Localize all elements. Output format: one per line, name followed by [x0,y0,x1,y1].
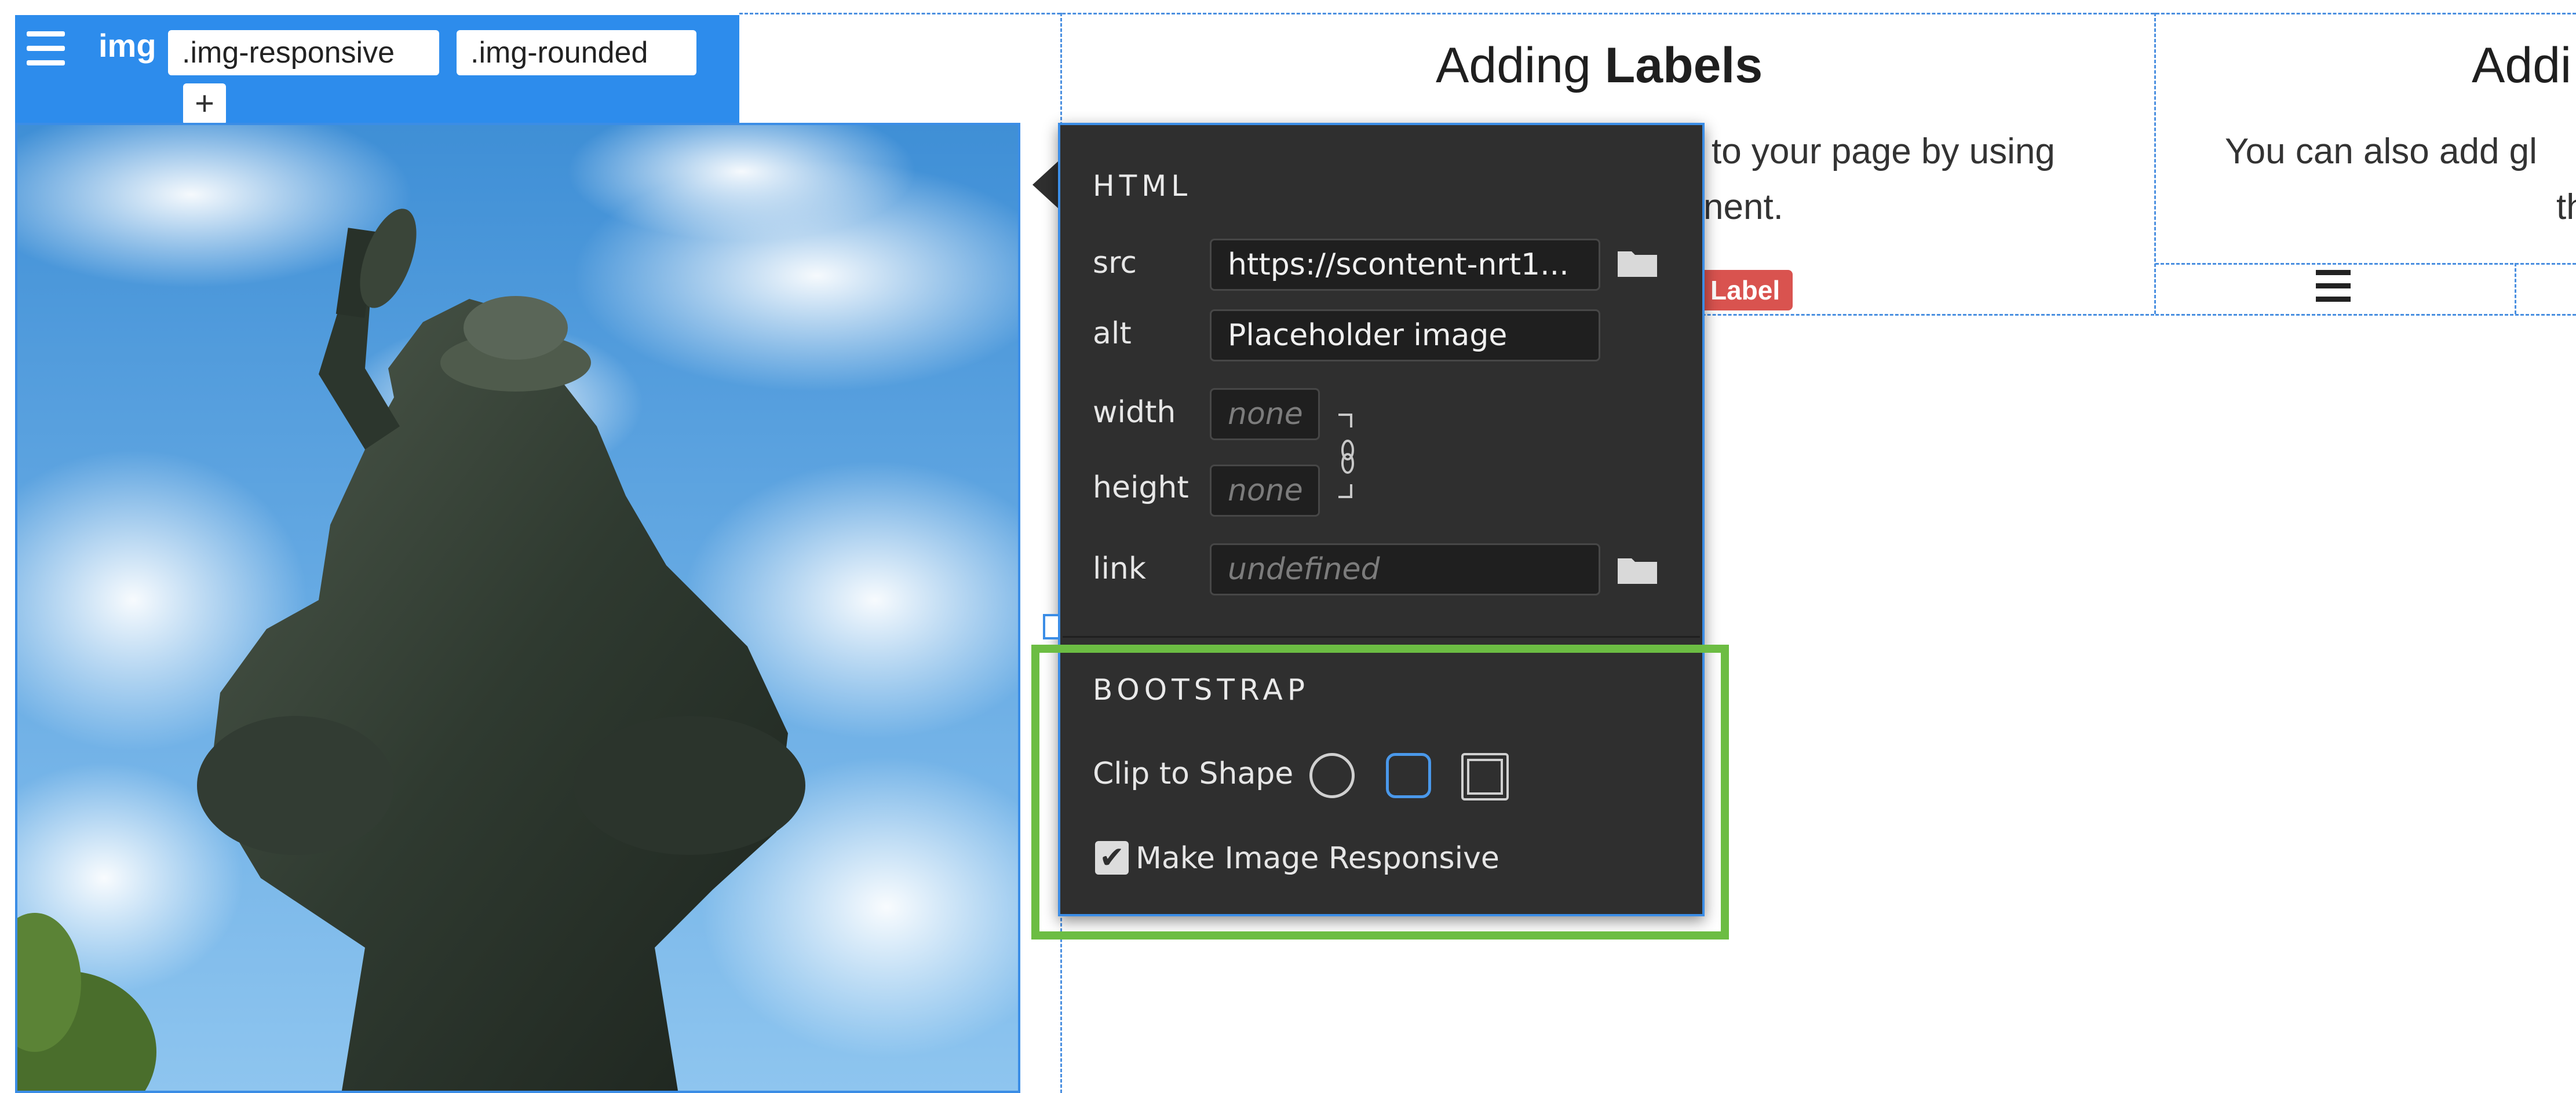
section-title-labels: Adding Labels [1436,37,1763,94]
nav-box-bottom [2155,314,2576,316]
selected-image[interactable] [15,123,1020,1093]
nav-box-top [2155,263,2576,265]
link-field[interactable]: undefined [1210,543,1600,595]
alt-label: alt [1093,316,1132,351]
width-label: width [1093,395,1176,430]
resize-handle[interactable] [1043,614,1060,639]
section-title-bold: Labels [1604,38,1763,93]
src-folder-icon[interactable] [1617,247,1658,278]
aspect-lock-link-icon[interactable] [1336,412,1359,499]
alt-field[interactable]: Placeholder image [1210,309,1600,361]
width-field[interactable]: none [1210,388,1320,440]
src-label: src [1093,246,1137,280]
panel-pointer [1032,159,1060,210]
class-pill-rounded[interactable]: .img-rounded [457,30,696,75]
add-class-button[interactable]: + [183,83,226,125]
make-responsive-checkbox[interactable]: ✔ [1095,841,1129,875]
link-label: link [1093,551,1146,586]
statue-photo [17,125,1018,1091]
height-label: height [1093,470,1189,505]
section-title-plain: Adding [1436,38,1591,93]
section-title-glyphs: Addi [2472,38,2572,93]
section-text-line1: to your page by using [1712,131,2055,171]
inspector-panel: HTML src https://scontent-nrt1... alt Pl… [1058,123,1705,916]
class-pill-responsive[interactable]: .img-responsive [168,30,439,75]
clip-rounded-button[interactable] [1386,753,1431,798]
section-text-glyphs-line1: You can also add gl [2225,131,2537,171]
link-folder-icon[interactable] [1617,554,1658,585]
src-field[interactable]: https://scontent-nrt1... [1210,239,1600,291]
html-section-heading: HTML [1093,169,1192,203]
nav-box-divider [2515,263,2516,314]
section-text-glyphs-line2: th [2556,187,2576,227]
clip-to-shape-label: Clip to Shape [1093,756,1294,791]
container-top-guide [739,13,2576,14]
element-tag: img [98,27,156,64]
bootstrap-section-heading: BOOTSTRAP [1093,673,1310,707]
element-menu-icon[interactable] [27,31,65,65]
make-responsive-label: Make Image Responsive [1136,841,1499,876]
column-guide-mid [2154,13,2156,314]
image-toolbar: img .img-responsive .img-rounded + [15,15,739,125]
hamburger-icon[interactable] [2316,270,2351,304]
section-text-line2: nent. [1703,187,1783,227]
clip-thumbnail-button[interactable] [1461,753,1509,800]
label-badge: Label [1698,270,1793,310]
clip-circle-button[interactable] [1309,753,1355,798]
section-divider [1063,636,1700,638]
height-field[interactable]: none [1210,465,1320,517]
